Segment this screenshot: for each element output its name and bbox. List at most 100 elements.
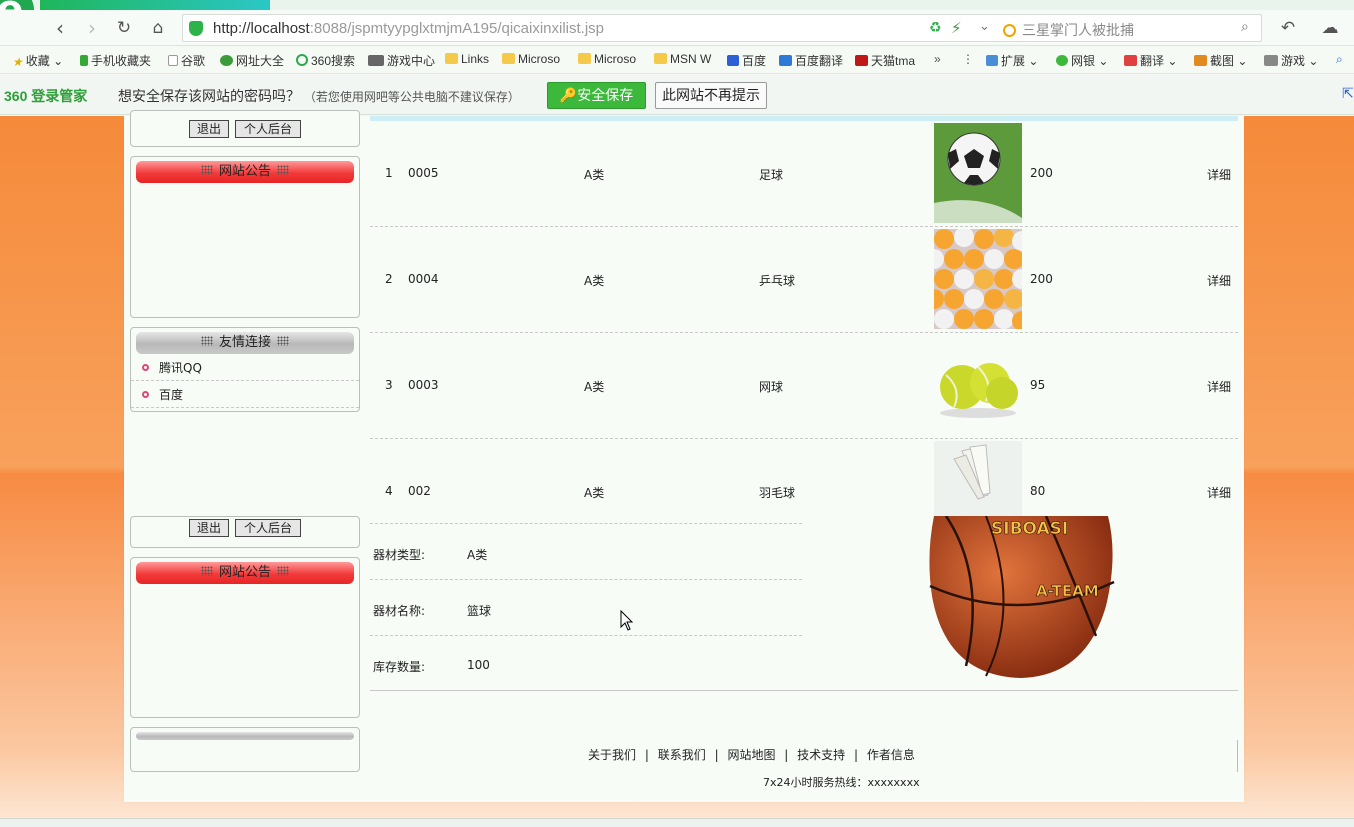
bookmark-item[interactable]: 百度 [727, 52, 766, 69]
toolbar-bank[interactable]: 网银 ⌄ [1056, 52, 1108, 69]
equipment-stock: 80 [1030, 484, 1046, 498]
bookmark-folder[interactable]: Microso [578, 52, 636, 66]
back-button[interactable]: ‹ [48, 16, 72, 40]
row-index: 3 [385, 378, 393, 392]
equipment-code: 002 [408, 484, 431, 498]
footer-link-about[interactable]: 关于我们 [588, 748, 636, 762]
browser-status-bar [0, 818, 1354, 827]
pin-icon[interactable]: ⇱ [1342, 85, 1354, 102]
detail-row-name: 器材名称: 篮球 [370, 580, 802, 636]
toolbar-games[interactable]: 游戏 ⌄ [1264, 52, 1318, 69]
toolbar-translate[interactable]: 翻译 ⌄ [1124, 52, 1177, 69]
bookmark-item[interactable]: 百度翻译 [779, 52, 843, 69]
table-row: 2 0004 A类 乒乓球 200 详细 [370, 227, 1238, 333]
dots-icon [277, 566, 289, 576]
shuttlecock-image [934, 441, 1022, 518]
bookmark-folder[interactable]: MSN W [654, 52, 711, 66]
equipment-category: A类 [584, 486, 605, 500]
user-backend-button[interactable]: 个人后台 [235, 120, 301, 138]
never-prompt-button[interactable]: 此网站不再提示 [655, 82, 767, 109]
bookmark-item[interactable]: 网址大全 [220, 52, 284, 69]
detail-link[interactable]: 详细 [1207, 378, 1231, 395]
logout-button[interactable]: 退出 [189, 519, 229, 537]
logout-button[interactable]: 退出 [189, 120, 229, 138]
friend-link[interactable]: 百度 [131, 382, 359, 408]
search-icon[interactable]: ⌕ [1241, 19, 1249, 35]
mouse-cursor-icon [620, 610, 634, 631]
refresh-button[interactable]: ↻ [112, 16, 136, 40]
bookmark-item[interactable]: ★ 收藏 ⌄ [12, 52, 63, 69]
bookmark-folder[interactable]: Microso [502, 52, 560, 66]
basketball-brand: SIBOASI [991, 519, 1068, 539]
detail-row-category: 器材类型: A类 [370, 524, 802, 580]
menu-dots-icon[interactable]: ⋮ [962, 52, 974, 66]
recycle-icon[interactable]: ♻ [929, 20, 942, 36]
bookmark-item[interactable]: 谷歌 [168, 52, 205, 69]
detail-row-stock: 库存数量: 100 [370, 636, 802, 692]
address-bar[interactable]: http://localhost:8088/jspmtyypglxtmjmA19… [182, 14, 1262, 42]
save-password-button[interactable]: 🔑安全保存 [547, 82, 646, 109]
bookmark-item[interactable]: 天猫tma [855, 52, 915, 69]
footer-link-support[interactable]: 技术支持 [797, 748, 845, 762]
category-value: A类 [467, 548, 488, 562]
footer-separator: | [854, 748, 859, 762]
name-value: 篮球 [467, 604, 492, 618]
toolbar-extension[interactable]: 扩展 ⌄ [986, 52, 1038, 69]
bookmark-item[interactable]: 手机收藏夹 [80, 52, 151, 69]
bookmark-folder[interactable]: Links [445, 52, 489, 66]
detail-link[interactable]: 详细 [1207, 272, 1231, 289]
dots-icon [200, 336, 213, 346]
equipment-stock: 200 [1030, 272, 1053, 286]
undo-icon[interactable]: ↶ [1276, 16, 1300, 40]
links-panel: 友情连接 腾讯QQ 百度 [130, 327, 360, 412]
toolbar-screenshot[interactable]: 截图 ⌄ [1194, 52, 1247, 69]
bullet-icon [142, 391, 149, 398]
notice-panel: 网站公告 [130, 156, 360, 318]
detail-bottom-line [370, 690, 1238, 691]
detail-link[interactable]: 详细 [1207, 484, 1231, 501]
row-index: 1 [385, 166, 393, 180]
footer-separator: | [784, 748, 789, 762]
password-prompt: 想安全保存该网站的密码吗？ （若您使用网吧等公共电脑不建议保存） [118, 88, 520, 104]
notice-panel: 网站公告 [130, 557, 360, 718]
equipment-category: A类 [584, 168, 605, 182]
bullet-icon [142, 364, 149, 371]
links-panel-header: 友情连接 [136, 332, 354, 354]
search-engine-icon [1003, 24, 1016, 37]
notice-panel-header: 网站公告 [136, 161, 354, 183]
footer-link-contact[interactable]: 联系我们 [658, 748, 706, 762]
bookmark-item[interactable]: 游戏中心 [368, 52, 435, 69]
equipment-name: 羽毛球 [759, 486, 796, 500]
bookmark-item[interactable]: 360搜索 [296, 52, 355, 69]
equipment-category: A类 [584, 274, 605, 288]
cloud-icon[interactable]: ☁ [1318, 16, 1342, 40]
table-row: 1 0005 A类 足球 200 详细 [370, 121, 1238, 227]
detail-link[interactable]: 详细 [1207, 166, 1231, 183]
links-panel-header [136, 732, 354, 740]
row-index: 2 [385, 272, 393, 286]
footer-separator: | [644, 748, 649, 762]
lightning-icon[interactable]: ⚡ [951, 19, 962, 37]
bookmarks-bar: ★ 收藏 ⌄ 手机收藏夹 谷歌 网址大全 360搜索 游戏中心 Links Mic… [0, 46, 1354, 74]
home-button[interactable]: ⌂ [146, 16, 170, 40]
key-icon: 🔑 [559, 87, 578, 103]
ping-pong-balls-image [934, 229, 1022, 329]
search-icon[interactable]: ⌕ [1336, 52, 1343, 67]
password-save-bar: 360 登录管家 想安全保存该网站的密码吗？ （若您使用网吧等公共电脑不建议保存… [0, 75, 1354, 115]
browser-active-tab[interactable] [40, 0, 270, 10]
friend-link[interactable]: 腾讯QQ [131, 355, 359, 381]
stock-value: 100 [467, 658, 490, 672]
chevron-down-icon[interactable]: ⌄ [979, 19, 990, 34]
user-backend-button[interactable]: 个人后台 [235, 519, 301, 537]
search-suggestion[interactable]: 三星掌门人被批捕 [1003, 20, 1253, 38]
forward-button[interactable]: › [80, 16, 104, 40]
dots-icon [200, 165, 213, 175]
footer-link-sitemap[interactable]: 网站地图 [727, 748, 775, 762]
row-index: 4 [385, 484, 393, 498]
dots-icon [200, 566, 213, 576]
equipment-stock: 95 [1030, 378, 1046, 392]
equipment-code: 0004 [408, 272, 439, 286]
basketball-image: SIBOASI A-TEAM [929, 516, 1115, 678]
more-bookmarks-icon[interactable]: » [934, 52, 941, 66]
footer-link-author[interactable]: 作者信息 [867, 748, 915, 762]
